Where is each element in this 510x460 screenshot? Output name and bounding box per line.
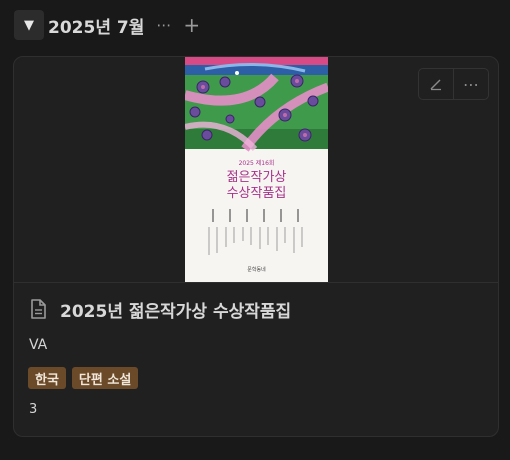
card-cover-area: 2025 제16회 젊은작가상 수상작품집 문학동네 ⋯	[14, 57, 498, 283]
count-property: 3	[29, 402, 38, 417]
author-property: VA	[29, 337, 48, 353]
group-title: 2025년 7월	[48, 17, 145, 38]
collapse-toggle-button[interactable]: ▼	[14, 10, 44, 40]
more-icon: ⋯	[463, 74, 479, 94]
card-action-bar: ⋯	[418, 68, 489, 100]
gallery-card[interactable]: 2025 제16회 젊은작가상 수상작품집 문학동네 ⋯ 2025년 젊은작가상…	[13, 56, 499, 437]
group-header: ▼ 2025년 7월 ⋯ +	[14, 10, 200, 40]
tag-korea: 한국	[28, 367, 66, 389]
cover-title-line1: 젊은작가상	[227, 170, 287, 185]
book-cover-image: 2025 제16회 젊은작가상 수상작품집 문학동네	[185, 57, 328, 282]
cover-publisher: 문학동네	[247, 266, 266, 273]
more-button[interactable]: ⋯	[453, 69, 488, 99]
triangle-down-icon: ▼	[24, 17, 34, 33]
more-options-icon[interactable]: ⋯	[156, 16, 171, 34]
book-cover-art: 2025 제16회 젊은작가상 수상작품집 문학동네	[185, 57, 328, 282]
add-item-icon[interactable]: +	[183, 15, 200, 35]
edit-icon	[430, 79, 441, 91]
tag-list: 한국 단편 소설	[28, 367, 139, 389]
card-title-row[interactable]: 2025년 젊은작가상 수상작품집	[28, 297, 292, 322]
card-title: 2025년 젊은작가상 수상작품집	[60, 301, 292, 322]
document-icon	[31, 299, 46, 319]
cover-title-line2: 수상작품집	[227, 186, 287, 201]
tag-short-story: 단편 소설	[71, 367, 139, 389]
edit-button[interactable]	[419, 69, 453, 99]
cover-series-line: 2025 제16회	[239, 159, 275, 167]
